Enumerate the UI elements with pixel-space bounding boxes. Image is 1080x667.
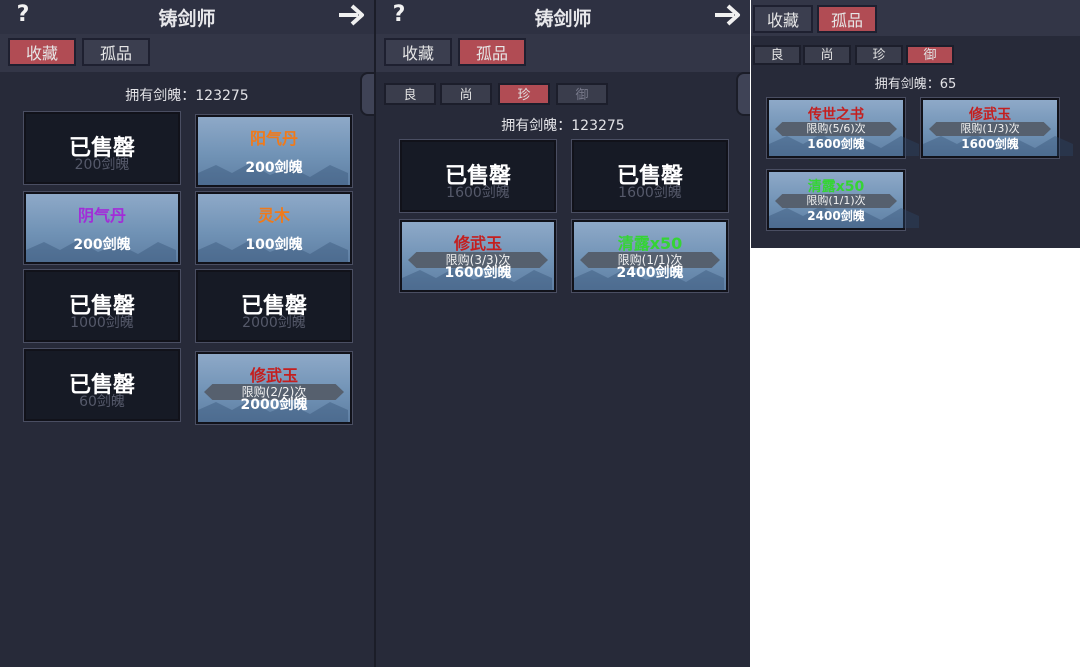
shop-item[interactable]: 传世之书 限购(5/6)次 1600剑魄 [766, 97, 919, 159]
purchase-limit: 限购(1/1)次 [775, 194, 897, 208]
item-name: 清露x50 [807, 179, 865, 195]
shop-item[interactable]: 阳气丹 200剑魄 [195, 114, 353, 188]
item-price: 1600剑魄 [961, 137, 1019, 151]
owned-currency: 拥有剑魄：123275 [501, 118, 625, 134]
item-price: 2400剑魄 [807, 209, 865, 223]
shop-panel-unique-rare: ? 铸剑师 收藏 孤品 良 尚 珍 御 拥有剑魄：123275 已售罄 1600剑… [376, 0, 750, 667]
item-price: 1600剑魄 [444, 265, 512, 281]
item-price: 100剑魄 [245, 237, 303, 253]
item-price: 2400剑魄 [616, 265, 684, 281]
tab-unique[interactable]: 孤品 [817, 5, 877, 33]
arrow-right-icon[interactable] [336, 0, 368, 30]
item-name: 清露x50 [617, 234, 683, 253]
subtab-fine[interactable]: 尚 [440, 83, 492, 105]
item-price: 1000剑魄 [70, 315, 134, 331]
shop-item[interactable]: 阴气丹 200剑魄 [23, 191, 181, 265]
shop-item[interactable]: 灵木 100剑魄 [195, 191, 353, 265]
item-name: 传世之书 [808, 107, 864, 123]
shop-panel-unique-imperial: 收藏 孤品 良 尚 珍 御 拥有剑魄：65 传世之书 限购(5/6)次 1600剑魄… [751, 0, 1080, 248]
arrow-right-icon[interactable] [712, 0, 744, 30]
item-name: 修武玉 [969, 107, 1011, 123]
shop-item[interactable]: 已售罄 1600剑魄 [399, 139, 557, 213]
shop-item[interactable]: 修武玉 限购(1/3)次 1600剑魄 [920, 97, 1073, 159]
subtab-imperial[interactable]: 御 [556, 83, 608, 105]
item-name: 修武玉 [249, 366, 298, 385]
shop-item[interactable]: 清露x50 限购(1/1)次 2400剑魄 [766, 169, 919, 231]
owned-currency: 拥有剑魄：123275 [125, 88, 249, 104]
item-name: 灵木 [257, 206, 290, 225]
shop-item[interactable]: 已售罄 60剑魄 [23, 348, 181, 422]
title-bar: ? 铸剑师 [376, 0, 750, 34]
side-handle[interactable] [736, 72, 750, 116]
shop-item[interactable]: 已售罄 200剑魄 [23, 111, 181, 185]
shop-panel-collection: ? 铸剑师 收藏 孤品 拥有剑魄：123275 已售罄 200剑魄 阳气丹 200剑魄… [0, 0, 374, 667]
purchase-limit: 限购(1/3)次 [929, 122, 1051, 136]
item-price: 200剑魄 [245, 160, 303, 176]
purchase-limit: 限购(5/6)次 [775, 122, 897, 136]
tab-unique[interactable]: 孤品 [82, 38, 150, 66]
tab-collection[interactable]: 收藏 [753, 5, 813, 33]
tab-bar: 收藏 孤品 [0, 34, 374, 72]
item-name: 修武玉 [453, 234, 502, 253]
item-price: 200剑魄 [74, 157, 130, 173]
tab-unique[interactable]: 孤品 [458, 38, 526, 66]
tab-bar: 收藏 孤品 [376, 34, 750, 72]
page-title: 铸剑师 [534, 8, 592, 30]
subtab-imperial[interactable]: 御 [906, 45, 954, 65]
item-name: 阳气丹 [249, 129, 298, 148]
tab-collection[interactable]: 收藏 [8, 38, 76, 66]
subtab-good[interactable]: 良 [753, 45, 801, 65]
shop-item[interactable]: 修武玉 限购(2/2)次 2000剑魄 [195, 351, 353, 425]
tab-collection[interactable]: 收藏 [384, 38, 452, 66]
item-price: 1600剑魄 [807, 137, 865, 151]
subtab-rare[interactable]: 珍 [498, 83, 550, 105]
item-price: 1600剑魄 [446, 185, 510, 201]
item-price: 60剑魄 [79, 394, 125, 410]
shop-item[interactable]: 已售罄 1600剑魄 [571, 139, 729, 213]
item-price: 2000剑魄 [240, 397, 308, 413]
owned-currency: 拥有剑魄：65 [874, 77, 957, 92]
item-price: 2000剑魄 [242, 315, 306, 331]
shop-item[interactable]: 已售罄 2000剑魄 [195, 269, 353, 343]
item-name: 阴气丹 [77, 206, 126, 225]
title-bar: ? 铸剑师 [0, 0, 374, 34]
shop-item[interactable]: 已售罄 1000剑魄 [23, 269, 181, 343]
subtab-rare[interactable]: 珍 [855, 45, 903, 65]
item-price: 200剑魄 [73, 237, 131, 253]
shop-item[interactable]: 修武玉 限购(3/3)次 1600剑魄 [399, 219, 557, 293]
subtab-good[interactable]: 良 [384, 83, 436, 105]
shop-item[interactable]: 清露x50 限购(1/1)次 2400剑魄 [571, 219, 729, 293]
subtab-fine[interactable]: 尚 [803, 45, 851, 65]
item-price: 1600剑魄 [618, 185, 682, 201]
tab-bar: 收藏 孤品 [751, 0, 1080, 36]
page-title: 铸剑师 [158, 8, 216, 30]
